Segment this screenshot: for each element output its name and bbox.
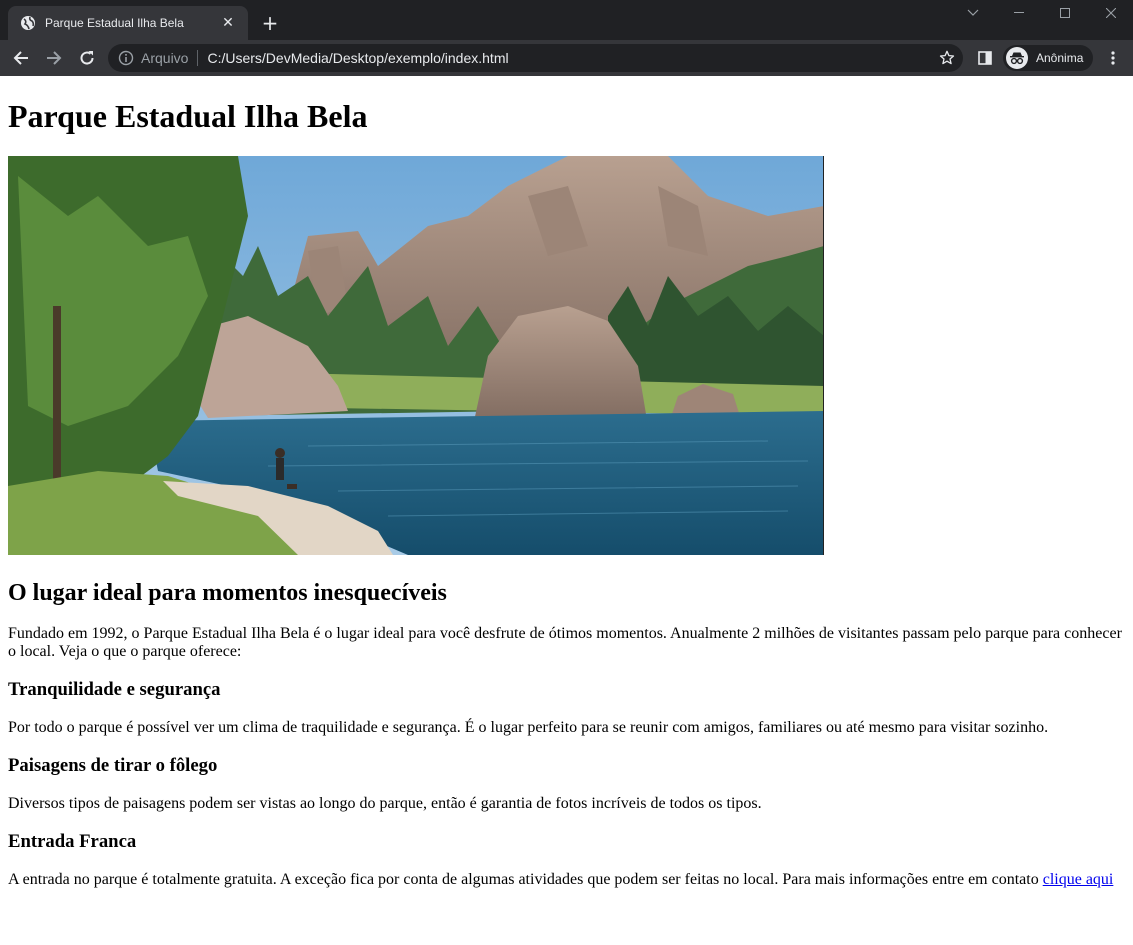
omnibox-divider [197,50,199,66]
browser-titlebar: Parque Estadual Ilha Bela ✕ + [0,0,1133,40]
tab-title: Parque Estadual Ilha Bela [45,16,184,30]
page-title: Parque Estadual Ilha Bela [8,98,368,134]
side-panel-icon[interactable] [973,46,997,70]
url-scheme-label: Arquivo [141,50,189,66]
heading-tranquilidade: Tranquilidade e segurança [8,679,221,700]
text-paisagens: Diversos tipos de paisagens podem ser vi… [8,795,762,812]
text-entrada-body: A entrada no parque é totalmente gratuit… [8,871,1043,888]
back-arrow-icon[interactable] [9,46,33,70]
reload-icon[interactable] [75,46,99,70]
menu-kebab-icon[interactable] [1101,46,1125,70]
contact-link[interactable]: clique aqui [1043,871,1114,888]
minimize-icon[interactable] [996,0,1042,26]
maximize-icon[interactable] [1042,0,1088,26]
browser-toolbar: Arquivo C:/Users/DevMedia/Desktop/exempl… [0,40,1133,76]
heading-entrada: Entrada Franca [8,831,137,852]
address-bar[interactable]: Arquivo C:/Users/DevMedia/Desktop/exempl… [108,44,963,72]
park-lake-image [8,156,824,555]
text-entrada: A entrada no parque é totalmente gratuit… [8,871,1125,889]
info-icon[interactable] [118,50,134,66]
forward-arrow-icon[interactable] [42,46,66,70]
section-subtitle: O lugar ideal para momentos inesquecívei… [8,580,447,606]
text-tranquilidade: Por todo o parque é possível ver um clim… [8,719,1049,736]
heading-paisagens: Paisagens de tirar o fôlego [8,755,218,776]
page-content: Parque Estadual Ilha Bela O lugar ideal … [8,76,1125,889]
browser-tab[interactable]: Parque Estadual Ilha Bela ✕ [8,6,248,40]
profile-label: Anônima [1036,51,1084,65]
globe-icon [20,15,36,31]
close-window-icon[interactable] [1088,0,1133,26]
new-tab-icon[interactable]: + [258,12,282,36]
url-text[interactable]: C:/Users/DevMedia/Desktop/exemplo/index.… [207,50,508,66]
incognito-icon [1006,47,1028,69]
tab-search-icon[interactable] [950,0,996,26]
close-tab-icon[interactable]: ✕ [218,13,238,33]
bookmark-star-icon[interactable] [939,50,955,66]
profile-button[interactable]: Anônima [1003,45,1093,71]
intro-paragraph: Fundado em 1992, o Parque Estadual Ilha … [8,625,1122,660]
